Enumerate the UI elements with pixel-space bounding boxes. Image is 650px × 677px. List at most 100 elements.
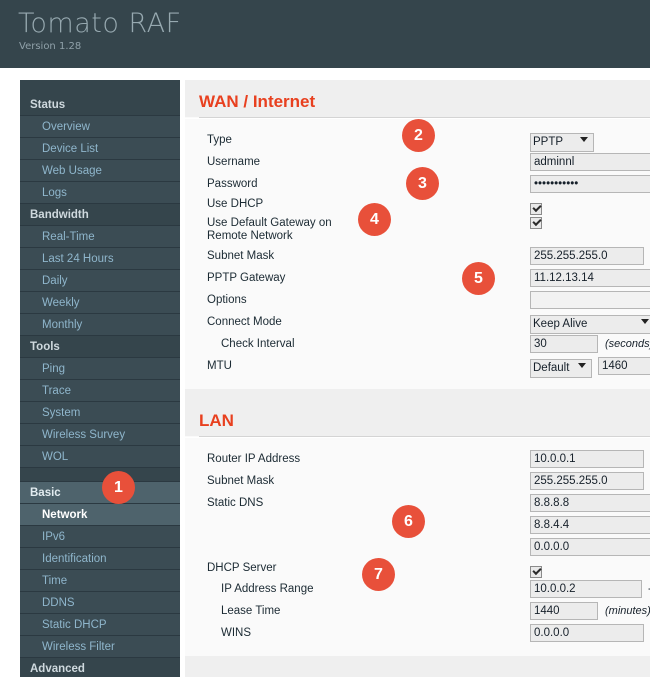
wan-default-gateway-label: Use Default Gateway on Remote Network xyxy=(207,217,332,242)
annotation-badge-3: 3 xyxy=(406,167,439,200)
sidebar-item-static-dhcp[interactable]: Static DHCP xyxy=(20,614,180,636)
lan-router-ip-label: Router IP Address xyxy=(207,453,301,465)
sidebar-category-status[interactable]: Status xyxy=(20,94,180,116)
lan-static-dns-input-1[interactable] xyxy=(530,494,650,512)
sidebar-category-tools[interactable]: Tools xyxy=(20,336,180,358)
wan-options-row: Options xyxy=(185,289,650,311)
lan-dhcp-server-checkbox[interactable] xyxy=(530,565,542,578)
lan-subnet-mask-row: Subnet Mask xyxy=(185,470,650,492)
wan-mtu-input[interactable] xyxy=(598,357,650,375)
sidebar-item-device-list[interactable]: Device List xyxy=(20,138,180,160)
sidebar-item-logs[interactable]: Logs xyxy=(20,182,180,204)
lan-lease-time-input[interactable] xyxy=(530,602,598,620)
wan-mtu-row: MTU Default xyxy=(185,355,650,378)
lan-wins-row: WINS xyxy=(185,622,650,644)
lan-wins-label: WINS xyxy=(221,627,252,639)
lan-router-ip-row: Router IP Address xyxy=(185,448,650,470)
sidebar-item-wireless-survey[interactable]: Wireless Survey xyxy=(20,424,180,446)
annotation-badge-7: 7 xyxy=(362,558,395,591)
sidebar-item-daily[interactable]: Daily xyxy=(20,270,180,292)
wan-username-input[interactable] xyxy=(530,153,650,171)
sidebar-item-ddns[interactable]: DDNS xyxy=(20,592,180,614)
sidebar-top-padding xyxy=(20,80,180,94)
sidebar-category-advanced[interactable]: Advanced xyxy=(20,658,180,677)
sidebar-item-web-usage[interactable]: Web Usage xyxy=(20,160,180,182)
annotation-badge-2: 2 xyxy=(402,119,435,152)
wan-section-title: WAN / Internet xyxy=(185,80,650,117)
wan-connect-mode-select-wrap: Keep Alive xyxy=(530,313,650,335)
wan-type-select-wrap: PPTP xyxy=(530,131,594,153)
wan-options-label: Options xyxy=(207,294,247,306)
lan-section-title: LAN xyxy=(185,399,650,436)
wan-default-gateway-checkbox[interactable] xyxy=(530,216,542,229)
wan-check-interval-hint: (seconds) xyxy=(605,338,650,350)
sidebar-item-network[interactable]: Network xyxy=(20,504,180,526)
lan-lease-time-label: Lease Time xyxy=(221,605,281,617)
wan-type-select[interactable]: PPTP xyxy=(530,132,594,152)
annotation-badge-6: 6 xyxy=(392,505,425,538)
sidebar-separator xyxy=(20,468,180,482)
annotation-badge-4: 4 xyxy=(358,203,391,236)
lan-ip-range-row: IP Address Range - (9) xyxy=(185,578,650,600)
wan-connect-mode-row: Connect Mode Keep Alive xyxy=(185,311,650,335)
wan-default-gateway-row: Use Default Gateway on Remote Network xyxy=(185,214,650,245)
sidebar-category-basic[interactable]: Basic xyxy=(20,482,180,504)
lan-ip-range-label: IP Address Range xyxy=(221,583,314,595)
app-title: Tomato RAF xyxy=(18,8,182,39)
sidebar-item-wol[interactable]: WOL xyxy=(20,446,180,468)
wan-password-input[interactable] xyxy=(530,175,650,193)
wan-options-input[interactable] xyxy=(530,291,650,309)
sidebar-item-real-time[interactable]: Real-Time xyxy=(20,226,180,248)
sidebar-item-identification[interactable]: Identification xyxy=(20,548,180,570)
wan-mtu-mode-select[interactable]: Default xyxy=(530,358,592,378)
wan-type-label: Type xyxy=(207,134,232,146)
wan-section-body: Type PPTP Username Password xyxy=(185,118,650,389)
lan-ip-range-start-input[interactable] xyxy=(530,580,642,598)
lan-static-dns-input-2[interactable] xyxy=(530,516,650,534)
wan-username-label: Username xyxy=(207,156,261,168)
wan-mtu-label: MTU xyxy=(207,360,232,372)
lan-wins-input[interactable] xyxy=(530,624,644,642)
sidebar-item-ipv6[interactable]: IPv6 xyxy=(20,526,180,548)
sidebar-category-bandwidth[interactable]: Bandwidth xyxy=(20,204,180,226)
sidebar-item-overview[interactable]: Overview xyxy=(20,116,180,138)
sidebar-item-monthly[interactable]: Monthly xyxy=(20,314,180,336)
sidebar-item-weekly[interactable]: Weekly xyxy=(20,292,180,314)
wan-connect-mode-label: Connect Mode xyxy=(207,316,282,328)
wan-check-interval-input[interactable] xyxy=(530,335,598,353)
lan-router-ip-input[interactable] xyxy=(530,450,644,468)
lan-static-dns-label: Static DNS xyxy=(207,497,264,509)
lan-static-dns-row-3 xyxy=(185,536,650,558)
left-rail xyxy=(0,68,20,677)
wan-connect-mode-select[interactable]: Keep Alive xyxy=(530,314,650,334)
annotation-badge-5: 5 xyxy=(462,262,495,295)
sidebar-item-system[interactable]: System xyxy=(20,402,180,424)
lan-dhcp-server-row: DHCP Server xyxy=(185,558,650,578)
wan-default-gateway-checkbox-wrap xyxy=(530,216,542,230)
sidebar-item-ping[interactable]: Ping xyxy=(20,358,180,380)
wan-use-dhcp-label: Use DHCP xyxy=(207,198,264,210)
wan-pptp-gateway-input[interactable] xyxy=(530,269,650,287)
sidebar-item-trace[interactable]: Trace xyxy=(20,380,180,402)
lan-dhcp-server-label: DHCP Server xyxy=(207,562,277,574)
wan-check-interval-label: Check Interval xyxy=(221,338,295,350)
app-header: Tomato RAF Version 1.28 xyxy=(0,0,650,68)
lan-static-dns-input-3[interactable] xyxy=(530,538,650,556)
wan-pptp-gateway-label: PPTP Gateway xyxy=(207,272,286,284)
wan-subnet-mask-row: Subnet Mask xyxy=(185,245,650,267)
sidebar-item-last-24-hours[interactable]: Last 24 Hours xyxy=(20,248,180,270)
sidebar-item-wireless-filter[interactable]: Wireless Filter xyxy=(20,636,180,658)
lan-subnet-mask-input[interactable] xyxy=(530,472,644,490)
router-admin-page: Tomato RAF Version 1.28 Status Overview … xyxy=(0,0,650,677)
sidebar-nav: Status Overview Device List Web Usage Lo… xyxy=(20,80,180,677)
lan-section-body: Router IP Address Subnet Mask Static DNS… xyxy=(185,437,650,656)
sidebar-item-time[interactable]: Time xyxy=(20,570,180,592)
wan-check-interval-row: Check Interval (seconds) xyxy=(185,333,650,355)
lan-subnet-mask-label: Subnet Mask xyxy=(207,475,275,487)
lan-lease-time-hint: (minutes) xyxy=(605,605,650,617)
wan-subnet-mask-input[interactable] xyxy=(530,247,644,265)
wan-subnet-mask-label: Subnet Mask xyxy=(207,250,275,262)
app-version: Version 1.28 xyxy=(19,41,82,52)
wan-password-label: Password xyxy=(207,178,258,190)
lan-lease-time-row: Lease Time (minutes) xyxy=(185,600,650,622)
